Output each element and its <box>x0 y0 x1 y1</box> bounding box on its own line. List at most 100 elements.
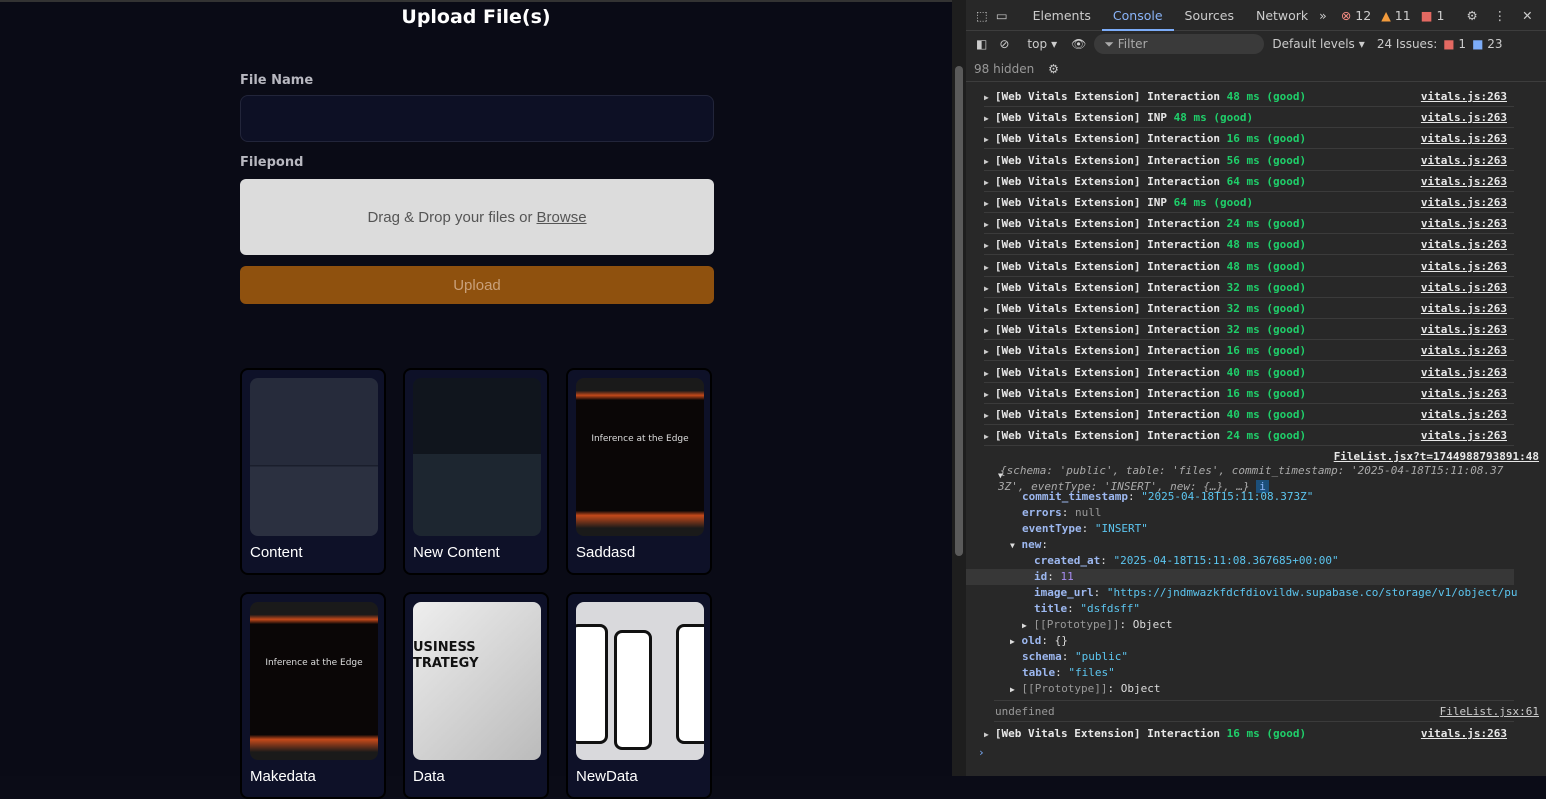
expand-icon[interactable]: ▶ <box>984 369 989 378</box>
console-log-row[interactable]: ▶ [Web Vitals Extension] Interaction 16 m… <box>984 340 1514 362</box>
file-name-input[interactable] <box>240 95 714 142</box>
file-card[interactable]: USINESS TRATEGY Data <box>403 592 549 799</box>
expand-icon[interactable]: ▶ <box>984 284 989 293</box>
tab-network[interactable]: Network <box>1245 0 1319 31</box>
expand-icon[interactable]: ▶ <box>984 157 989 166</box>
console-log-row[interactable]: ▶ [Web Vitals Extension] Interaction 56 m… <box>984 150 1514 171</box>
log-source-link[interactable]: vitals.js:263 <box>1421 107 1507 128</box>
console-log-row[interactable]: ▶ [Web Vitals Extension] Interaction 24 m… <box>984 213 1514 235</box>
prop-old[interactable]: ▶ old: {} <box>1010 633 1068 649</box>
more-tabs-icon[interactable]: » <box>1319 8 1327 23</box>
log-source-link[interactable]: vitals.js:263 <box>1421 192 1507 213</box>
tab-elements[interactable]: Elements <box>1022 0 1102 31</box>
page-scrollbar[interactable] <box>952 0 966 776</box>
expand-icon[interactable]: ▶ <box>984 114 989 123</box>
console-log-row[interactable]: ▶ [Web Vitals Extension] Interaction 48 m… <box>984 256 1514 277</box>
more-options-icon[interactable]: ⋮ <box>1494 8 1507 23</box>
console-log-row[interactable]: ▶ [Web Vitals Extension] Interaction 32 m… <box>984 319 1514 341</box>
log-source-link[interactable]: vitals.js:263 <box>1421 171 1507 192</box>
inspect-element-icon[interactable]: ⬚ <box>976 8 988 23</box>
console-log-row[interactable]: ▶ [Web Vitals Extension] Interaction 16 m… <box>984 383 1514 404</box>
close-icon[interactable]: ✕ <box>1522 8 1532 23</box>
console-log-row[interactable]: ▶ [Web Vitals Extension] INP 64 ms (good)… <box>984 192 1514 213</box>
scrollbar-thumb[interactable] <box>955 66 963 556</box>
log-source-link[interactable]: vitals.js:263 <box>1421 319 1507 340</box>
expand-icon[interactable]: ▶ <box>984 326 989 335</box>
warning-count[interactable]: 11 <box>1395 8 1411 23</box>
console-log-row[interactable]: ▶ [Web Vitals Extension] Interaction 24 m… <box>984 425 1514 447</box>
error-count[interactable]: 12 <box>1355 8 1371 23</box>
sidebar-toggle-icon[interactable]: ◧ <box>976 37 987 51</box>
expand-icon[interactable]: ▶ <box>984 241 989 250</box>
error-icon[interactable]: ⊗ <box>1341 8 1351 23</box>
tab-sources[interactable]: Sources <box>1174 0 1245 31</box>
expand-triangle-icon[interactable]: ▼ <box>998 468 1003 484</box>
eye-icon[interactable]: 👁 <box>1071 37 1086 51</box>
log-source-link[interactable]: vitals.js:263 <box>1421 362 1507 383</box>
log-source-link[interactable]: vitals.js:263 <box>1421 256 1507 277</box>
log-source-link[interactable]: vitals.js:263 <box>1421 213 1507 234</box>
prop-new[interactable]: ▼ new: <box>1010 537 1048 553</box>
console-prompt[interactable]: › <box>978 745 985 761</box>
expand-icon[interactable]: ▶ <box>984 178 989 187</box>
issues-info-count[interactable]: 23 <box>1487 37 1502 51</box>
log-source-link[interactable]: vitals.js:263 <box>1421 723 1507 744</box>
file-card[interactable]: Inference at the Edge Makedata <box>240 592 386 799</box>
console-log-row[interactable]: ▶ [Web Vitals Extension] Interaction 32 m… <box>984 277 1514 298</box>
log-source-link[interactable]: vitals.js:263 <box>1421 340 1507 361</box>
log-source-link[interactable]: vitals.js:263 <box>1421 383 1507 404</box>
expand-icon[interactable]: ▶ <box>984 432 989 441</box>
warning-icon[interactable]: ▲ <box>1381 8 1391 23</box>
log-source-link[interactable]: vitals.js:263 <box>1421 234 1507 255</box>
issues-label[interactable]: 24 Issues: <box>1377 37 1437 51</box>
issue-count[interactable]: 1 <box>1436 8 1444 23</box>
console-log-row[interactable]: ▶ [Web Vitals Extension] Interaction 40 m… <box>984 362 1514 383</box>
upload-button[interactable]: Upload <box>240 266 714 304</box>
console-log-row[interactable]: ▶ [Web Vitals Extension] INP 48 ms (good)… <box>984 107 1514 129</box>
expand-icon[interactable]: ▶ <box>984 263 989 272</box>
expand-icon[interactable]: ▶ <box>984 347 989 356</box>
expand-icon[interactable]: ▶ <box>984 411 989 420</box>
console-log-row[interactable]: ▶ [Web Vitals Extension] Interaction 64 m… <box>984 171 1514 192</box>
prop-prototype-new[interactable]: ▶ [[Prototype]]: Object <box>1022 617 1173 633</box>
expand-icon[interactable]: ▶ <box>984 135 989 144</box>
device-toolbar-icon[interactable]: ▭ <box>996 8 1008 23</box>
console-log-row[interactable]: ▶ [Web Vitals Extension] Interaction 16 m… <box>984 723 1514 744</box>
levels-select[interactable]: Default levels <box>1272 37 1354 51</box>
expand-icon[interactable]: ▶ <box>984 220 989 229</box>
tab-console[interactable]: Console <box>1101 0 1174 31</box>
console-log-row[interactable]: ▶ [Web Vitals Extension] Interaction 32 m… <box>984 298 1514 319</box>
clear-console-icon[interactable]: ⊘ <box>999 37 1009 51</box>
log-source-link[interactable]: FileList.jsx:61 <box>1440 704 1539 720</box>
log-source-link[interactable]: vitals.js:263 <box>1421 128 1507 149</box>
file-card[interactable]: Inference at the Edge Saddasd <box>566 368 712 575</box>
filter-input[interactable]: ⏷ Filter <box>1094 33 1265 54</box>
object-summary[interactable]: {schema: 'public', table: 'files', commi… <box>1000 463 1503 479</box>
file-card[interactable]: New Content <box>403 368 549 575</box>
expand-icon[interactable]: ▶ <box>984 93 989 102</box>
expand-icon[interactable]: ▶ <box>984 199 989 208</box>
console-log-row[interactable]: ▶ [Web Vitals Extension] Interaction 48 m… <box>984 234 1514 256</box>
prop-prototype[interactable]: ▶ [[Prototype]]: Object <box>1010 681 1161 697</box>
settings-icon[interactable]: ⚙ <box>1466 8 1477 23</box>
log-source-link[interactable]: vitals.js:263 <box>1421 425 1507 446</box>
file-card[interactable]: Content <box>240 368 386 575</box>
log-source-link[interactable]: vitals.js:263 <box>1421 404 1507 425</box>
browse-link[interactable]: Browse <box>537 209 587 226</box>
console-log-row[interactable]: ▶ [Web Vitals Extension] Interaction 48 m… <box>984 86 1514 107</box>
context-select[interactable]: top <box>1027 37 1047 51</box>
issue-icon[interactable]: ■ <box>1421 8 1433 23</box>
console-log-row[interactable]: ▶ [Web Vitals Extension] Interaction 16 m… <box>984 128 1514 150</box>
console-log-row[interactable]: ▶ [Web Vitals Extension] Interaction 40 m… <box>984 404 1514 425</box>
expand-icon[interactable]: ▶ <box>984 390 989 399</box>
log-source-link[interactable]: vitals.js:263 <box>1421 86 1507 107</box>
console-settings-icon[interactable]: ⚙ <box>1048 62 1059 76</box>
log-type: Interaction <box>1147 174 1221 188</box>
log-source-link[interactable]: vitals.js:263 <box>1421 277 1507 298</box>
log-source-link[interactable]: vitals.js:263 <box>1421 298 1507 319</box>
issues-error-count[interactable]: 1 <box>1458 37 1466 51</box>
expand-icon[interactable]: ▶ <box>984 305 989 314</box>
file-card[interactable]: NewData <box>566 592 712 799</box>
file-drop-zone[interactable]: Drag & Drop your files or Browse <box>240 179 714 255</box>
log-source-link[interactable]: vitals.js:263 <box>1421 150 1507 171</box>
